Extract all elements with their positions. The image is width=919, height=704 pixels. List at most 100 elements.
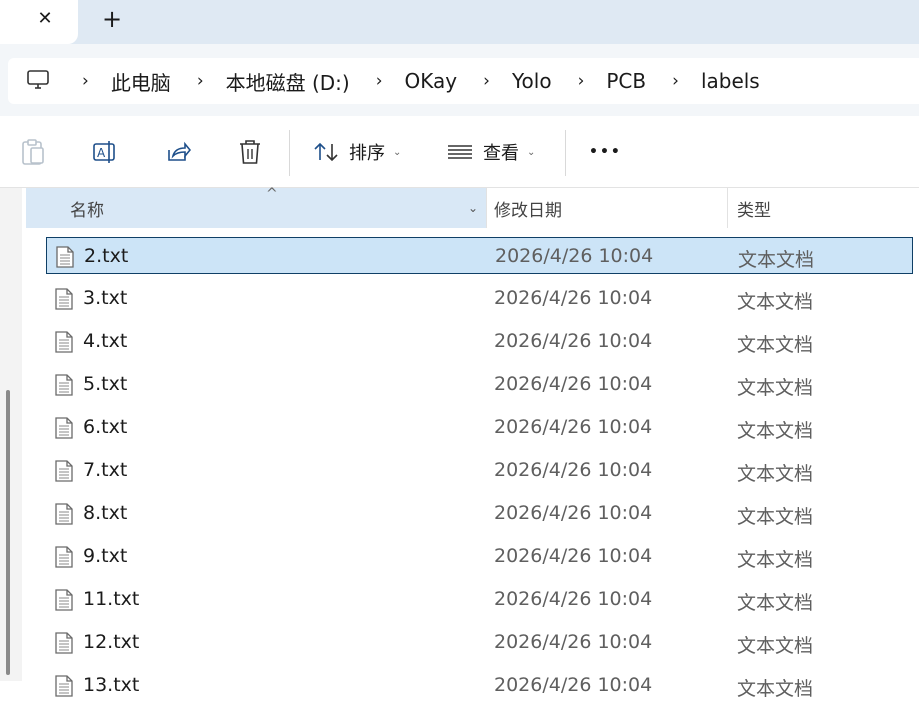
text-file-icon: [54, 589, 74, 611]
computer-icon[interactable]: [26, 68, 50, 92]
text-file-icon: [55, 246, 75, 268]
chevron-right-icon[interactable]: ›: [68, 71, 111, 91]
file-row[interactable]: 13.txt 2026/4/26 10:04 文本文档: [46, 667, 913, 704]
file-modified-date: 2026/4/26 10:04: [494, 330, 653, 352]
breadcrumb: › 此电脑 › 本地磁盘 (D:) › OKay › Yolo › PCB › …: [68, 58, 760, 104]
file-type: 文本文档: [738, 249, 815, 271]
column-name-label: 名称: [70, 200, 104, 221]
file-type: 文本文档: [737, 377, 814, 399]
file-name: 4.txt: [83, 330, 128, 352]
toolbar-divider: [565, 130, 566, 176]
text-file-icon: [54, 288, 74, 310]
more-options-button[interactable]: •••: [589, 138, 622, 166]
text-file-icon: [54, 374, 74, 396]
file-row[interactable]: 7.txt 2026/4/26 10:04 文本文档: [46, 452, 913, 489]
toolbar-divider: [289, 130, 290, 176]
sort-label: 排序: [349, 143, 385, 164]
chevron-right-icon[interactable]: ›: [646, 71, 701, 91]
file-type: 文本文档: [737, 506, 814, 528]
file-name: 8.txt: [83, 502, 128, 524]
column-divider[interactable]: [486, 188, 487, 228]
tab-bar: ✕ +: [0, 0, 919, 44]
file-row[interactable]: 11.txt 2026/4/26 10:04 文本文档: [46, 581, 913, 618]
view-list-icon: [448, 145, 472, 159]
file-modified-date: 2026/4/26 10:04: [494, 287, 653, 309]
file-row[interactable]: 4.txt 2026/4/26 10:04 文本文档: [46, 323, 913, 360]
scrollbar-thumb[interactable]: [6, 390, 10, 675]
file-name: 13.txt: [83, 674, 140, 696]
sort-icon: [314, 142, 338, 162]
file-modified-date: 2026/4/26 10:04: [494, 373, 653, 395]
file-type: 文本文档: [737, 635, 814, 657]
sort-button[interactable]: 排序 ⌄: [313, 138, 401, 166]
view-button[interactable]: 查看 ⌄: [447, 138, 535, 166]
file-row[interactable]: 9.txt 2026/4/26 10:04 文本文档: [46, 538, 913, 575]
file-modified-date: 2026/4/26 10:04: [494, 588, 653, 610]
text-file-icon: [54, 546, 74, 568]
text-file-icon: [54, 503, 74, 525]
column-filter-dropdown[interactable]: ⌄: [460, 201, 486, 215]
chevron-right-icon[interactable]: ›: [171, 71, 226, 91]
svg-text:A: A: [97, 146, 106, 160]
breadcrumb-okay[interactable]: OKay: [405, 69, 458, 93]
file-modified-date: 2026/4/26 10:04: [495, 245, 654, 267]
column-divider[interactable]: [727, 188, 728, 228]
file-name: 5.txt: [83, 373, 128, 395]
new-tab-button[interactable]: +: [100, 7, 124, 32]
file-type: 文本文档: [737, 678, 814, 700]
chevron-right-icon[interactable]: ›: [350, 71, 405, 91]
breadcrumb-pcb[interactable]: PCB: [606, 69, 646, 93]
scrollbar-track[interactable]: [0, 188, 22, 681]
text-file-icon: [54, 675, 74, 697]
text-file-icon: [54, 331, 74, 353]
breadcrumb-yolo[interactable]: Yolo: [512, 69, 552, 93]
column-header-date[interactable]: 修改日期: [494, 188, 562, 228]
share-icon: [168, 141, 191, 161]
delete-button[interactable]: [237, 138, 263, 166]
file-name: 12.txt: [83, 631, 140, 653]
file-row[interactable]: 5.txt 2026/4/26 10:04 文本文档: [46, 366, 913, 403]
text-file-icon: [54, 460, 74, 482]
trash-icon: [240, 140, 260, 164]
file-type: 文本文档: [737, 549, 814, 571]
breadcrumb-this-pc[interactable]: 此电脑: [111, 67, 171, 96]
file-row[interactable]: 12.txt 2026/4/26 10:04 文本文档: [46, 624, 913, 661]
clipboard-icon: [22, 139, 44, 165]
file-type: 文本文档: [737, 592, 814, 614]
file-modified-date: 2026/4/26 10:04: [494, 459, 653, 481]
rename-button[interactable]: A: [92, 138, 118, 166]
breadcrumb-local-disk[interactable]: 本地磁盘 (D:): [226, 67, 350, 96]
text-file-icon: [54, 632, 74, 654]
tab-active[interactable]: ✕: [0, 0, 78, 44]
command-bar: A 排序 ⌄ 查看 ⌄ •••: [0, 116, 919, 188]
close-tab-icon[interactable]: ✕: [34, 8, 56, 30]
file-name: 2.txt: [84, 245, 129, 267]
share-button[interactable]: [165, 138, 191, 166]
file-type: 文本文档: [737, 291, 814, 313]
breadcrumb-labels[interactable]: labels: [701, 69, 760, 93]
chevron-down-icon: ⌄: [527, 146, 536, 158]
file-row[interactable]: 2.txt 2026/4/26 10:04 文本文档: [46, 237, 913, 274]
file-modified-date: 2026/4/26 10:04: [494, 502, 653, 524]
rename-icon: A: [93, 141, 115, 163]
file-modified-date: 2026/4/26 10:04: [494, 545, 653, 567]
view-label: 查看: [483, 143, 519, 164]
file-name: 7.txt: [83, 459, 128, 481]
file-type: 文本文档: [737, 463, 814, 485]
address-bar[interactable]: › 此电脑 › 本地磁盘 (D:) › OKay › Yolo › PCB › …: [8, 58, 919, 104]
file-name: 11.txt: [83, 588, 140, 610]
file-name: 3.txt: [83, 287, 128, 309]
file-modified-date: 2026/4/26 10:04: [494, 674, 653, 696]
file-row[interactable]: 8.txt 2026/4/26 10:04 文本文档: [46, 495, 913, 532]
address-area: › 此电脑 › 本地磁盘 (D:) › OKay › Yolo › PCB › …: [0, 44, 919, 116]
file-type: 文本文档: [737, 420, 814, 442]
paste-button[interactable]: [20, 138, 46, 166]
column-header-type[interactable]: 类型: [737, 188, 771, 228]
file-row[interactable]: 6.txt 2026/4/26 10:04 文本文档: [46, 409, 913, 446]
chevron-right-icon[interactable]: ›: [457, 71, 512, 91]
column-header-name[interactable]: 名称 ^ ⌄: [26, 186, 486, 228]
file-modified-date: 2026/4/26 10:04: [494, 416, 653, 438]
chevron-right-icon[interactable]: ›: [552, 71, 607, 91]
file-name: 9.txt: [83, 545, 128, 567]
file-row[interactable]: 3.txt 2026/4/26 10:04 文本文档: [46, 280, 913, 317]
